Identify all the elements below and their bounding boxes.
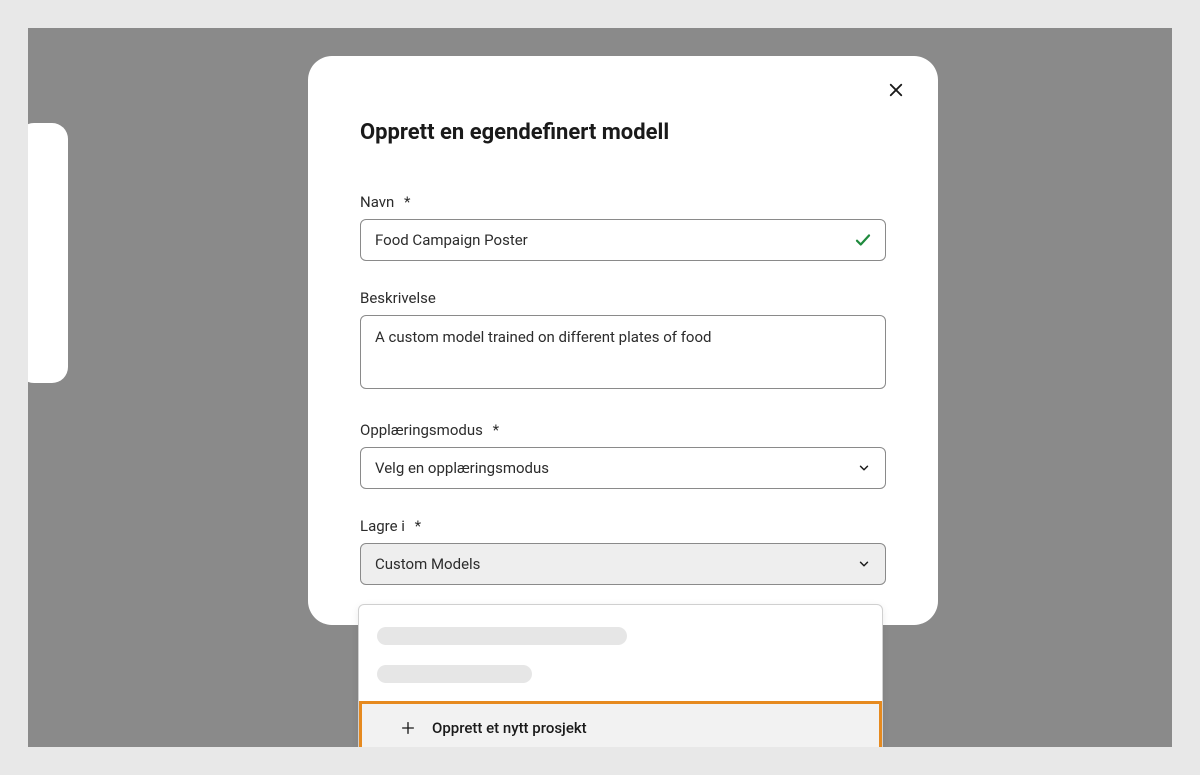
name-label: Navn *	[360, 193, 886, 211]
modal-backdrop: Opprett en egendefinert modell Navn * Be…	[28, 28, 1172, 747]
create-custom-model-dialog: Opprett en egendefinert modell Navn * Be…	[308, 56, 938, 625]
save-in-selected: Custom Models	[375, 555, 480, 573]
close-button[interactable]	[882, 78, 910, 106]
training-mode-label: Opplæringsmodus *	[360, 421, 886, 439]
plus-icon	[400, 720, 416, 736]
name-input-wrap	[360, 219, 886, 261]
save-in-label: Lagre i *	[360, 517, 886, 535]
save-in-field: Lagre i * Custom Models	[360, 517, 886, 585]
create-new-project-label: Opprett et nytt prosjekt	[432, 719, 587, 737]
description-field: Beskrivelse	[360, 289, 886, 393]
dialog-title: Opprett en egendefinert modell	[360, 120, 886, 145]
dropdown-options-loading	[359, 605, 882, 701]
skeleton-row	[377, 627, 627, 645]
training-mode-placeholder: Velg en opplæringsmodus	[375, 459, 549, 477]
chevron-down-icon	[857, 461, 871, 475]
name-field: Navn *	[360, 193, 886, 261]
create-new-project-button[interactable]: Opprett et nytt prosjekt	[359, 701, 882, 747]
name-input[interactable]	[360, 219, 886, 261]
skeleton-row	[377, 665, 532, 683]
description-input[interactable]	[360, 315, 886, 389]
save-in-dropdown: Opprett et nytt prosjekt	[358, 604, 883, 747]
training-mode-field: Opplæringsmodus * Velg en opplæringsmodu…	[360, 421, 886, 489]
close-icon	[887, 81, 905, 103]
training-mode-select[interactable]: Velg en opplæringsmodus	[360, 447, 886, 489]
required-mark: *	[493, 421, 499, 439]
required-mark: *	[415, 517, 421, 535]
checkmark-icon	[854, 231, 872, 249]
background-card	[28, 123, 68, 383]
save-in-select[interactable]: Custom Models	[360, 543, 886, 585]
description-label: Beskrivelse	[360, 289, 886, 307]
chevron-down-icon	[857, 557, 871, 571]
required-mark: *	[404, 193, 410, 211]
